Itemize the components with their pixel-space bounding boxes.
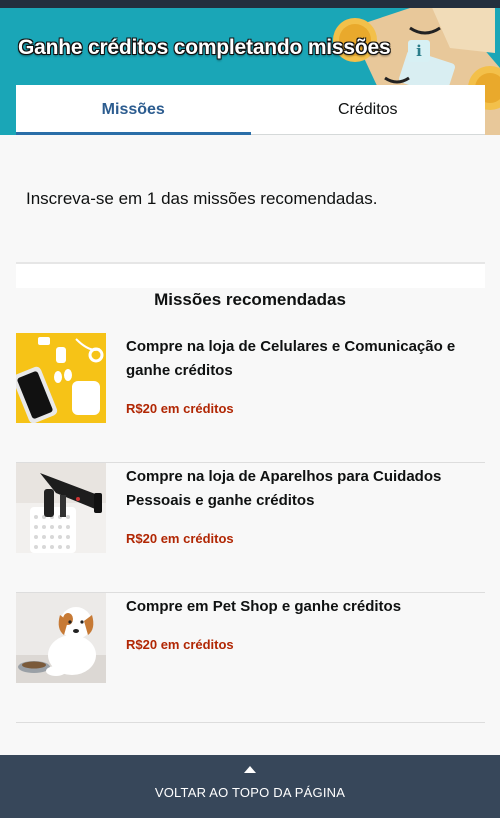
intro-text: Inscreva-se em 1 das missões recomendada…	[26, 189, 378, 208]
mission-card[interactable]: Compre na loja de Aparelhos para Cuidado…	[16, 463, 485, 593]
hair-dryer-image	[16, 463, 106, 553]
back-to-top-button[interactable]: VOLTAR AO TOPO DA PÁGINA	[0, 755, 500, 818]
section-divider	[16, 262, 485, 288]
mission-title: Compre na loja de Celulares e Comunicaçã…	[126, 338, 456, 379]
mission-card[interactable]: Compre em Pet Shop e ganhe créditos R$20…	[16, 593, 485, 723]
tab-creditos[interactable]: Créditos	[251, 85, 486, 134]
puppy-image	[16, 593, 106, 683]
section-title: Missões recomendadas	[154, 290, 346, 309]
mission-reward: R$20 em créditos	[126, 637, 234, 652]
back-to-top-label: VOLTAR AO TOPO DA PÁGINA	[154, 785, 346, 800]
top-status-strip	[0, 0, 500, 8]
tab-bar: Missões Créditos	[16, 85, 485, 135]
mission-title: Compre em Pet Shop e ganhe créditos	[126, 598, 402, 615]
main-content: Inscreva-se em 1 das missões recomendada…	[0, 135, 500, 755]
phone-products-image	[16, 333, 106, 423]
mission-card[interactable]: Compre na loja de Celulares e Comunicaçã…	[16, 333, 485, 463]
mission-reward: R$20 em créditos	[126, 531, 234, 546]
caret-up-icon	[244, 766, 256, 773]
tab-missoes[interactable]: Missões	[16, 85, 251, 135]
mission-title: Compre na loja de Aparelhos para Cuidado…	[126, 468, 442, 509]
page-title: Ganhe créditos completando missões	[18, 36, 391, 59]
mission-reward: R$20 em créditos	[126, 401, 234, 416]
info-icon[interactable]: i	[408, 40, 430, 62]
